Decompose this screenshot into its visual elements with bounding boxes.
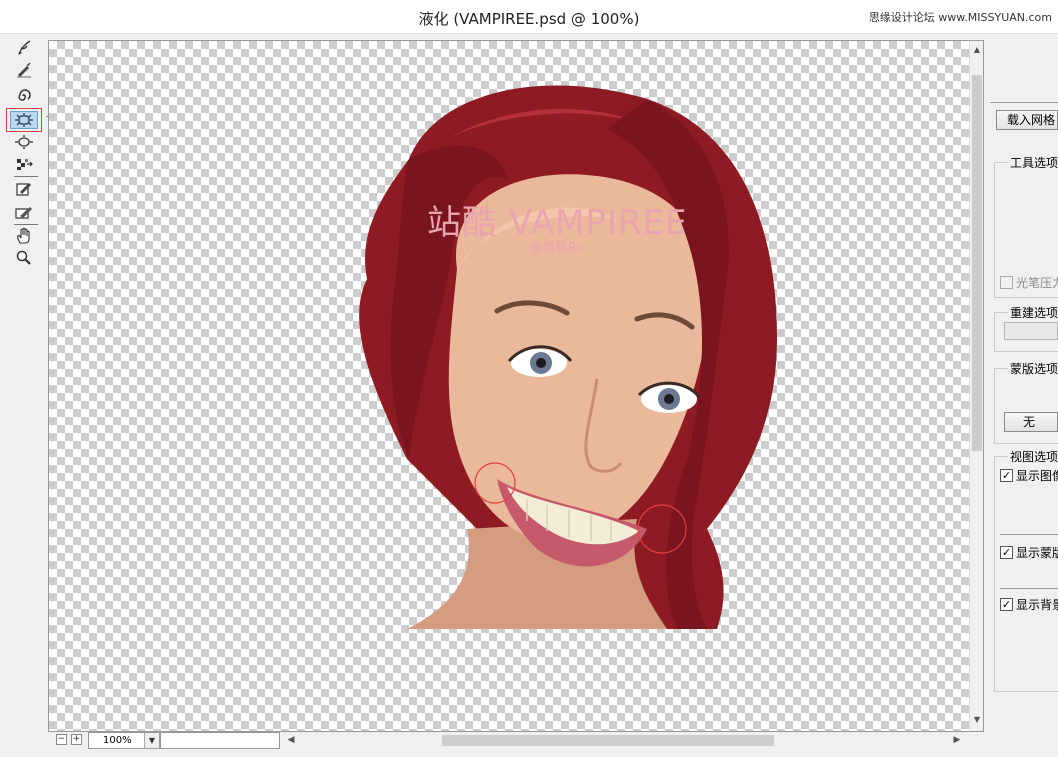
options-panel: 载入网格 工具选项 光笔压力 重建选项 蒙版选项 无 视图选项 ✓ 显示图像 ✓… xyxy=(990,34,1058,757)
site-watermark: 思缘设计论坛 www.MISSYUAN.com xyxy=(868,11,1052,24)
view-options-group xyxy=(994,456,1058,692)
status-bar: − + 100% ▼ ◀ ▶ xyxy=(48,732,984,750)
scroll-right-icon[interactable]: ▶ xyxy=(950,732,964,749)
check-icon: ✓ xyxy=(1000,598,1013,611)
check-icon: ✓ xyxy=(1000,469,1013,482)
portrait-image xyxy=(359,85,777,629)
load-mesh-button[interactable]: 载入网格 xyxy=(996,110,1058,130)
scroll-left-icon[interactable]: ◀ xyxy=(284,732,298,749)
show-image-label: 显示图像 xyxy=(1016,469,1058,483)
magnifier-icon xyxy=(16,250,31,265)
panel-divider xyxy=(1000,588,1058,589)
warp-brush-icon xyxy=(18,40,31,55)
bloat-tool[interactable] xyxy=(6,108,42,132)
chevron-down-icon[interactable]: ▼ xyxy=(144,733,159,748)
tool-options-label: 工具选项 xyxy=(1008,154,1058,171)
preview-canvas[interactable]: 站酷 VAMPIREE @周鹏Rc xyxy=(49,41,969,731)
stylus-pressure-checkbox[interactable]: 光笔压力 xyxy=(1000,274,1058,291)
show-image-checkbox[interactable]: ✓ 显示图像 xyxy=(1000,467,1058,484)
preview-canvas-frame: 站酷 VAMPIREE @周鹏Rc ▲ ▼ xyxy=(48,40,984,732)
reconstruct-button[interactable] xyxy=(1004,322,1058,340)
reconstruct-options-label: 重建选项 xyxy=(1008,304,1058,321)
check-icon: ✓ xyxy=(1000,546,1013,559)
freeze-mask-tool[interactable] xyxy=(10,178,38,198)
zoom-in-button[interactable]: + xyxy=(71,734,82,745)
forward-warp-tool[interactable] xyxy=(10,38,38,58)
panel-divider xyxy=(990,102,1058,103)
push-left-icon xyxy=(15,135,33,149)
show-backdrop-checkbox[interactable]: ✓ 显示背景 xyxy=(1000,596,1058,613)
liquify-window: 液化 (VAMPIREE.psd @ 100%) 思缘设计论坛 www.MISS… xyxy=(0,0,1058,757)
show-mask-label: 显示蒙版 xyxy=(1016,546,1058,560)
mirror-icon xyxy=(17,159,33,170)
zoom-info-field xyxy=(160,732,280,749)
mask-options-group xyxy=(994,368,1058,444)
horizontal-scrollbar[interactable]: ◀ ▶ xyxy=(282,732,968,749)
vertical-scroll-thumb[interactable] xyxy=(972,75,982,451)
view-options-label: 视图选项 xyxy=(1008,448,1058,465)
panel-divider xyxy=(1000,534,1058,535)
twirl-tool[interactable] xyxy=(10,86,38,106)
horizontal-scroll-thumb[interactable] xyxy=(442,735,774,746)
tool-separator xyxy=(14,176,38,177)
hand-icon xyxy=(17,227,30,244)
zoom-tool[interactable] xyxy=(10,248,38,268)
scroll-down-icon[interactable]: ▼ xyxy=(970,713,983,727)
twirl-icon xyxy=(18,89,31,101)
show-backdrop-label: 显示背景 xyxy=(1016,598,1058,612)
tool-separator xyxy=(14,224,38,225)
checkbox-box xyxy=(1000,276,1013,289)
hand-tool[interactable] xyxy=(10,226,38,246)
show-mask-checkbox[interactable]: ✓ 显示蒙版 xyxy=(1000,544,1058,561)
push-left-tool[interactable] xyxy=(10,132,38,152)
mirror-tool[interactable] xyxy=(10,154,38,174)
thaw-mask-tool[interactable] xyxy=(10,202,38,222)
thaw-mask-icon xyxy=(15,207,32,219)
zoom-out-button[interactable]: − xyxy=(56,734,67,745)
scroll-up-icon[interactable]: ▲ xyxy=(970,43,983,57)
reconstruct-tool[interactable] xyxy=(10,60,38,80)
title-bar: 液化 (VAMPIREE.psd @ 100%) 思缘设计论坛 www.MISS… xyxy=(0,0,1058,34)
stylus-pressure-label: 光笔压力 xyxy=(1016,276,1058,290)
bloat-icon xyxy=(15,113,33,127)
mask-options-label: 蒙版选项 xyxy=(1008,360,1058,377)
tool-palette xyxy=(0,34,46,757)
reconstruct-brush-icon xyxy=(17,62,31,78)
photo-credit: @周鹏Rc xyxy=(529,241,585,256)
vertical-scrollbar[interactable]: ▲ ▼ xyxy=(969,41,983,731)
mask-none-button[interactable]: 无 xyxy=(1004,412,1058,432)
freeze-mask-icon xyxy=(16,183,31,196)
